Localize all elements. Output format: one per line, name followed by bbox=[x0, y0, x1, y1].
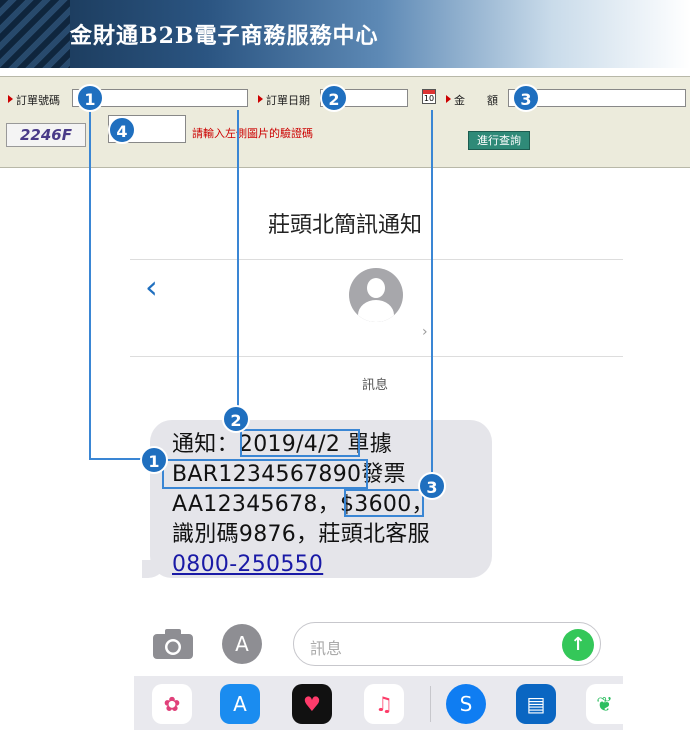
msg-phone-link[interactable]: 0800-250550 bbox=[172, 552, 323, 577]
badge-amount: 3 bbox=[512, 84, 540, 112]
highlight-amount bbox=[344, 489, 424, 517]
captcha-image: 2246F bbox=[6, 123, 86, 147]
header-divider-top bbox=[130, 259, 623, 260]
app-store-icon[interactable]: A bbox=[222, 624, 262, 664]
msg-invoice-no: AA12345678， bbox=[172, 492, 340, 517]
send-arrow-icon[interactable]: ↑ bbox=[562, 629, 594, 661]
highlight-date bbox=[240, 429, 360, 457]
camera-icon[interactable] bbox=[152, 628, 194, 660]
badge-msg-order-no: 1 bbox=[140, 446, 168, 474]
msg-line4: 識別碼9876，莊頭北客服 bbox=[172, 522, 430, 547]
order-no-label: 訂單號碼 bbox=[8, 94, 60, 107]
badge-order-date: 2 bbox=[320, 84, 348, 112]
music-app-icon[interactable]: ♫ bbox=[364, 684, 404, 724]
msg-notice: 通知： bbox=[172, 432, 239, 457]
captcha-hint: 請輸入左側圖片的驗證碼 bbox=[192, 127, 313, 140]
msg-invoice: 發票 bbox=[361, 462, 406, 487]
badge-msg-amount: 3 bbox=[418, 472, 446, 500]
app-dock: ✿ A ♥ ♫ S ▤ ❦ bbox=[134, 676, 623, 730]
badge-captcha: 4 bbox=[108, 116, 136, 144]
header-banner: 金財通B2B電子商務服務中心 bbox=[0, 0, 690, 68]
query-button[interactable]: 進行查詢 bbox=[468, 131, 530, 150]
shazam-app-icon[interactable]: S bbox=[446, 684, 486, 724]
evernote-app-icon[interactable]: ❦ bbox=[586, 684, 623, 724]
appstore-app-icon[interactable]: A bbox=[220, 684, 260, 724]
sms-page-title: 莊頭北簡訊通知 bbox=[267, 213, 422, 238]
banner-title: 金財通B2B電子商務服務中心 bbox=[70, 23, 379, 49]
message-input[interactable]: 訊息 ↑ bbox=[293, 622, 601, 666]
digital-touch-app-icon[interactable]: ♥ bbox=[292, 684, 332, 724]
back-chevron-icon[interactable]: ‹ bbox=[145, 268, 158, 306]
banner-image bbox=[0, 0, 70, 68]
dock-divider bbox=[430, 686, 431, 722]
contact-label: 訊息 bbox=[361, 378, 388, 393]
header-divider-bottom bbox=[130, 356, 623, 357]
photos-app-icon[interactable]: ✿ bbox=[152, 684, 192, 724]
amount-label: 金 額 bbox=[446, 94, 498, 107]
calendar-icon[interactable]: 10 bbox=[422, 89, 436, 104]
message-placeholder: 訊息 bbox=[310, 639, 343, 658]
badge-msg-date: 2 bbox=[222, 405, 250, 433]
chevron-right-icon[interactable]: › bbox=[422, 324, 428, 340]
badge-order-no: 1 bbox=[76, 84, 104, 112]
contact-avatar[interactable] bbox=[349, 268, 403, 322]
trello-app-icon[interactable]: ▤ bbox=[516, 684, 556, 724]
order-date-label: 訂單日期 bbox=[258, 94, 310, 107]
highlight-order-no bbox=[162, 459, 368, 489]
